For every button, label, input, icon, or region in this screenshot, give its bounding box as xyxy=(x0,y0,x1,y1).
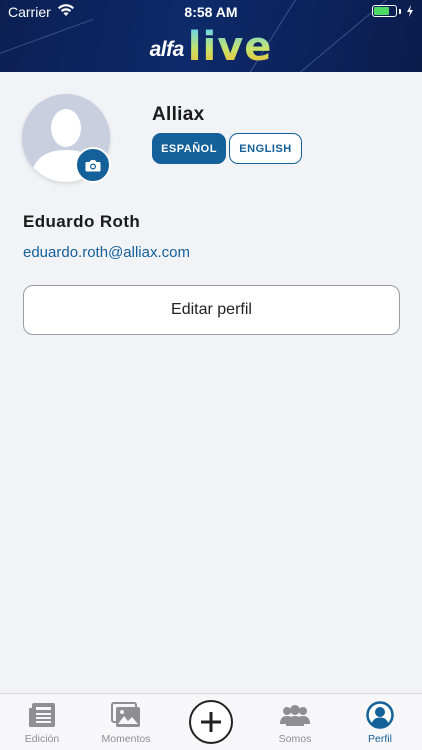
user-name: Eduardo Roth xyxy=(23,212,141,231)
logo-live-text: live xyxy=(187,24,273,70)
battery-icon xyxy=(372,5,414,17)
app-header: Carrier 8:58 AM alfa live xyxy=(0,0,422,72)
logo-alfa-text: alfa xyxy=(149,38,185,61)
add-post-button[interactable] xyxy=(189,700,233,744)
tab-label: Perfil xyxy=(368,733,392,745)
language-spanish-button[interactable]: ESPAÑOL xyxy=(152,133,226,164)
tab-label: Edición xyxy=(24,733,60,745)
change-photo-button[interactable] xyxy=(75,147,111,183)
status-bar: Carrier 8:58 AM xyxy=(0,0,422,24)
plus-circle-icon xyxy=(201,712,221,732)
status-time: 8:58 AM xyxy=(184,4,238,20)
company-name: Alliax xyxy=(152,104,205,125)
edit-profile-button[interactable]: Editar perfil xyxy=(23,285,400,335)
language-english-button[interactable]: ENGLISH xyxy=(229,133,302,164)
tab-momentos[interactable]: Momentos xyxy=(84,694,168,750)
tab-label: Momentos xyxy=(101,733,151,745)
tab-edicion[interactable]: Edición xyxy=(0,694,84,750)
photos-icon xyxy=(111,700,141,730)
app-logo: alfa live xyxy=(0,26,422,68)
profile-icon xyxy=(366,700,394,730)
tab-somos[interactable]: Somos xyxy=(253,694,337,750)
newspaper-icon xyxy=(28,700,56,730)
tab-label: Somos xyxy=(278,733,312,745)
tab-perfil[interactable]: Perfil xyxy=(338,694,422,750)
user-email: eduardo.roth@alliax.com xyxy=(23,244,190,261)
group-icon xyxy=(280,700,310,730)
camera-icon xyxy=(85,159,101,171)
